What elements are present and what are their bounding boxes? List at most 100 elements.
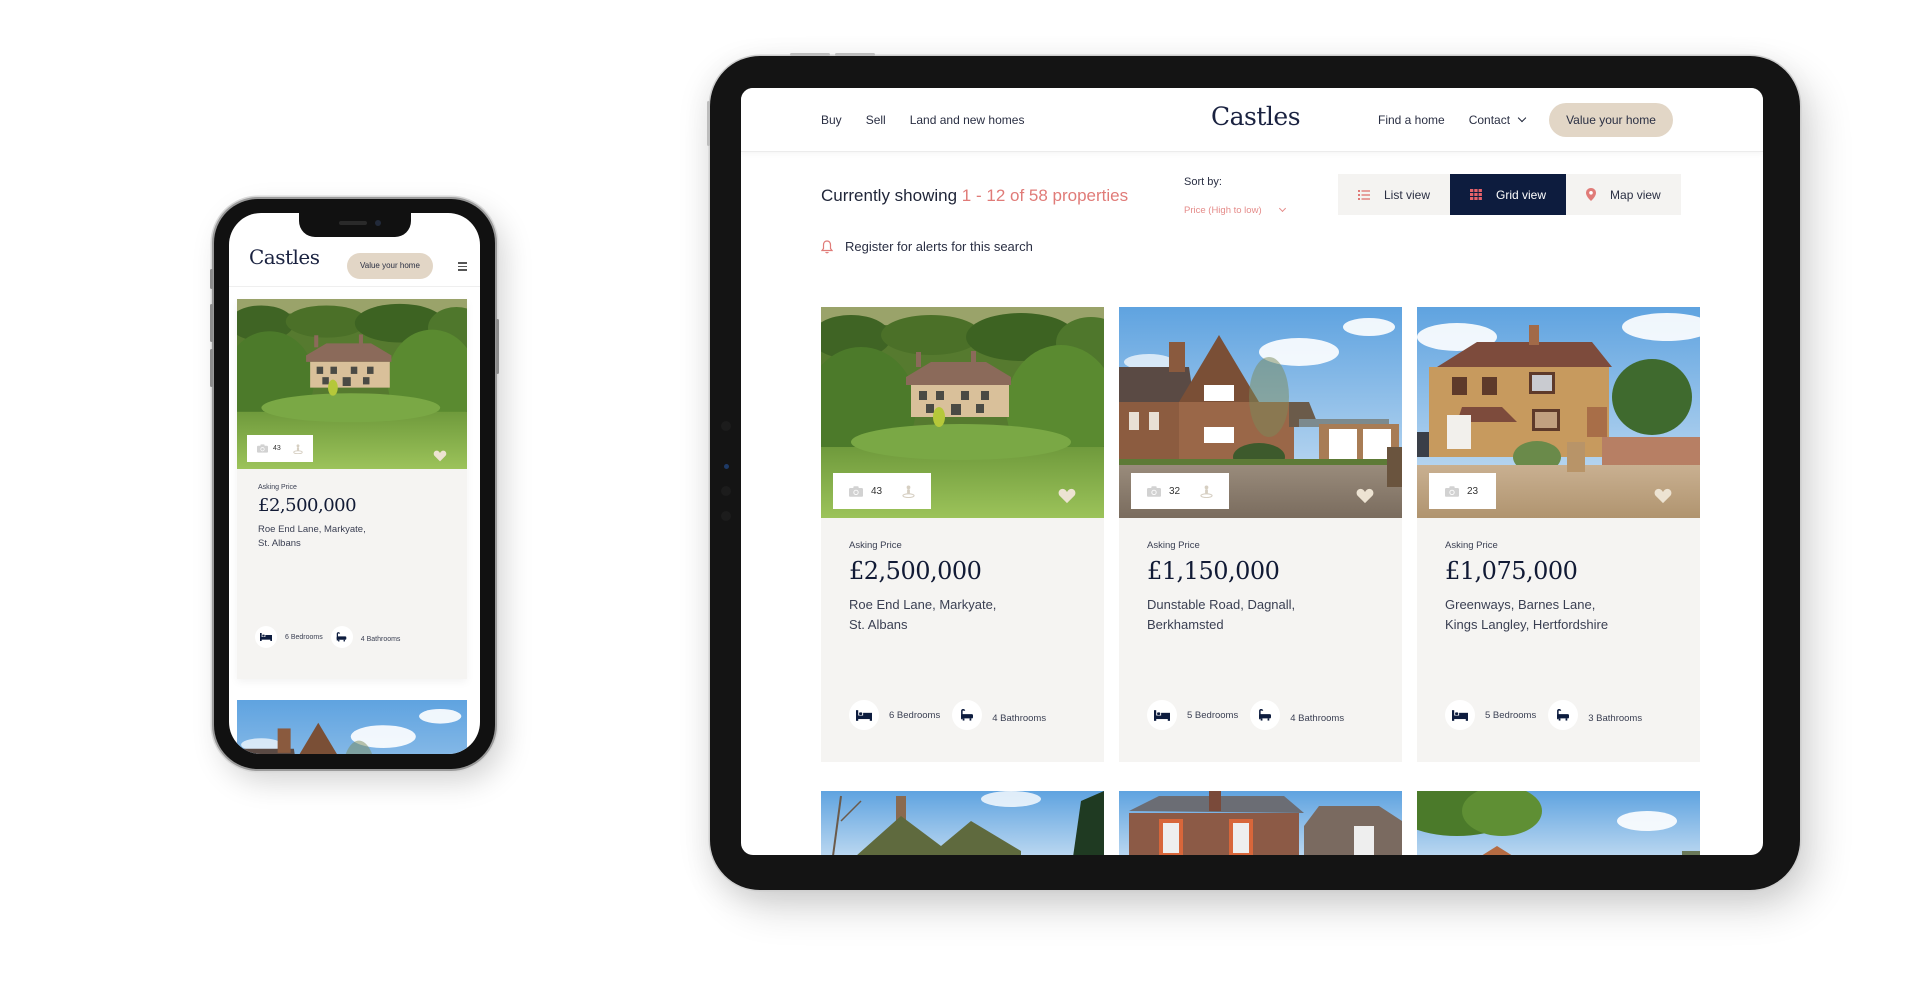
virtual-tour-icon[interactable] [902,485,915,498]
sort-label: Sort by: [1184,176,1222,188]
property-card[interactable]: 23 Asking Price £1,075,000 Greenways, Ba… [1417,307,1700,762]
property-photo[interactable]: 43 [237,299,467,469]
bed-icon [1147,700,1177,730]
bedrooms-count: 5 Bedrooms [1187,709,1239,721]
bath-icon [1548,700,1579,730]
property-card[interactable]: 43 Asking Price £2,500,000 Roe End Lane,… [821,307,1104,762]
mobile-value-your-home-button[interactable]: Value your home [347,253,433,279]
site-logo[interactable]: Castles [1211,102,1301,131]
bed-icon [1445,700,1475,730]
grid-view-button[interactable]: Grid view [1450,174,1567,215]
phone-mute-switch [210,269,213,289]
photo-count: 23 [1467,485,1479,497]
map-pin-icon [1586,188,1597,201]
view-toggle: List view Grid view Map view [1338,174,1681,215]
property-photo[interactable]: 32 [1119,307,1402,518]
property-photo[interactable]: 23 [1417,307,1700,518]
camera-icon [257,444,268,453]
bed-icon [849,700,879,730]
sort-dropdown[interactable]: Price (High to low) [1184,204,1286,216]
nav-find-a-home[interactable]: Find a home [1378,113,1445,127]
camera-icon [1445,486,1459,497]
virtual-tour-icon[interactable] [1200,485,1213,498]
results-summary: Currently showing 1 - 12 of 58 propertie… [821,186,1128,206]
property-card-partial[interactable] [821,791,1104,855]
nav-buy[interactable]: Buy [821,113,842,127]
price-label: Asking Price [258,484,297,491]
property-price: £2,500,000 [849,557,982,585]
list-view-label: List view [1384,187,1431,202]
favourite-heart-icon[interactable] [1654,488,1672,504]
grid-view-label: Grid view [1496,187,1547,202]
address-line-2: St. Albans [849,617,908,632]
property-features: 6 Bedrooms 4 Bathrooms [849,700,1058,730]
photo-count: 43 [871,485,883,497]
property-address: Dunstable Road, Dagnall, Berkhamsted [1147,595,1382,635]
address-line-1: Roe End Lane, Markyate, [258,524,366,535]
register-alerts-label: Register for alerts for this search [845,239,1033,254]
property-card-partial[interactable] [1119,791,1402,855]
bed-icon [255,626,277,648]
property-price: £1,150,000 [1147,557,1280,585]
photo-count-badge[interactable]: 23 [1429,473,1497,509]
favourite-heart-icon[interactable] [1356,488,1374,504]
property-card[interactable]: 32 Asking Price £1,150,000 Dunstable Roa… [1119,307,1402,762]
mobile-property-card[interactable]: 43 Asking Price £2,500,000 Roe End Lane,… [237,299,467,679]
register-alerts-link[interactable]: Register for alerts for this search [821,239,1033,254]
tablet-device-mockup: Buy Sell Land and new homes Castles Find… [707,53,1800,890]
photo-count-badge[interactable]: 43 [833,473,932,509]
map-view-label: Map view [1610,187,1661,202]
nav-sell[interactable]: Sell [866,113,886,127]
property-features: 6 Bedrooms 4 Bathrooms [255,626,408,648]
favourite-heart-icon[interactable] [433,450,447,462]
address-line-2: Kings Langley, Hertfordshire [1445,617,1609,632]
nav-land-and-new-homes[interactable]: Land and new homes [910,113,1025,127]
phone-notch [299,213,411,237]
tablet-top-button [835,53,875,56]
photo-count: 43 [273,445,281,452]
phone-speaker [339,221,367,225]
camera-icon [849,486,863,497]
price-label: Asking Price [1147,540,1200,551]
grid-icon [1470,189,1482,200]
property-price: £1,075,000 [1445,557,1578,585]
bedrooms-count: 6 Bedrooms [285,633,323,641]
property-photo[interactable]: 43 [821,307,1104,518]
tablet-screen: Buy Sell Land and new homes Castles Find… [741,88,1763,855]
list-view-button[interactable]: List view [1338,174,1450,215]
bath-icon [330,626,353,648]
phone-front-camera [375,220,381,226]
virtual-tour-icon[interactable] [293,444,303,454]
favourite-heart-icon[interactable] [1058,488,1076,504]
address-line-1: Dunstable Road, Dagnall, [1147,597,1296,612]
bath-icon [1250,700,1281,730]
phone-volume-up [210,304,213,342]
value-your-home-button[interactable]: Value your home [1549,103,1673,137]
mobile-logo[interactable]: Castles [249,245,320,269]
results-prefix: Currently showing [821,186,958,205]
property-features: 5 Bedrooms 3 Bathrooms [1445,700,1654,730]
photo-count-badge[interactable]: 43 [247,435,313,462]
bathrooms-count: 4 Bathrooms [992,713,1047,724]
photo-count-badge[interactable]: 32 [1131,473,1230,509]
phone-volume-down [210,349,213,387]
hamburger-menu-icon[interactable] [458,262,467,273]
property-price: £2,500,000 [258,495,357,516]
list-icon [1358,189,1370,200]
bathrooms-count: 4 Bathrooms [1290,713,1345,724]
bathrooms-count: 4 Bathrooms [360,635,401,643]
tablet-top-button [790,53,830,56]
price-label: Asking Price [1445,540,1498,551]
bathrooms-count: 3 Bathrooms [1588,713,1643,724]
property-card-partial[interactable] [1417,791,1700,855]
phone-device-mockup: Castles Value your home 43 Asking Price … [210,199,499,769]
phone-screen: Castles Value your home 43 Asking Price … [229,213,480,754]
property-address: Roe End Lane, Markyate, St. Albans [849,595,1084,635]
results-range: 1 - 12 of 58 properties [961,186,1129,205]
nav-contact[interactable]: Contact [1469,113,1527,127]
property-address: Greenways, Barnes Lane, Kings Langley, H… [1445,595,1680,635]
secondary-nav: Find a home Contact Value your home [1378,88,1673,152]
mobile-property-card-next[interactable] [237,700,467,754]
map-view-button[interactable]: Map view [1566,174,1681,215]
property-features: 5 Bedrooms 4 Bathrooms [1147,700,1356,730]
